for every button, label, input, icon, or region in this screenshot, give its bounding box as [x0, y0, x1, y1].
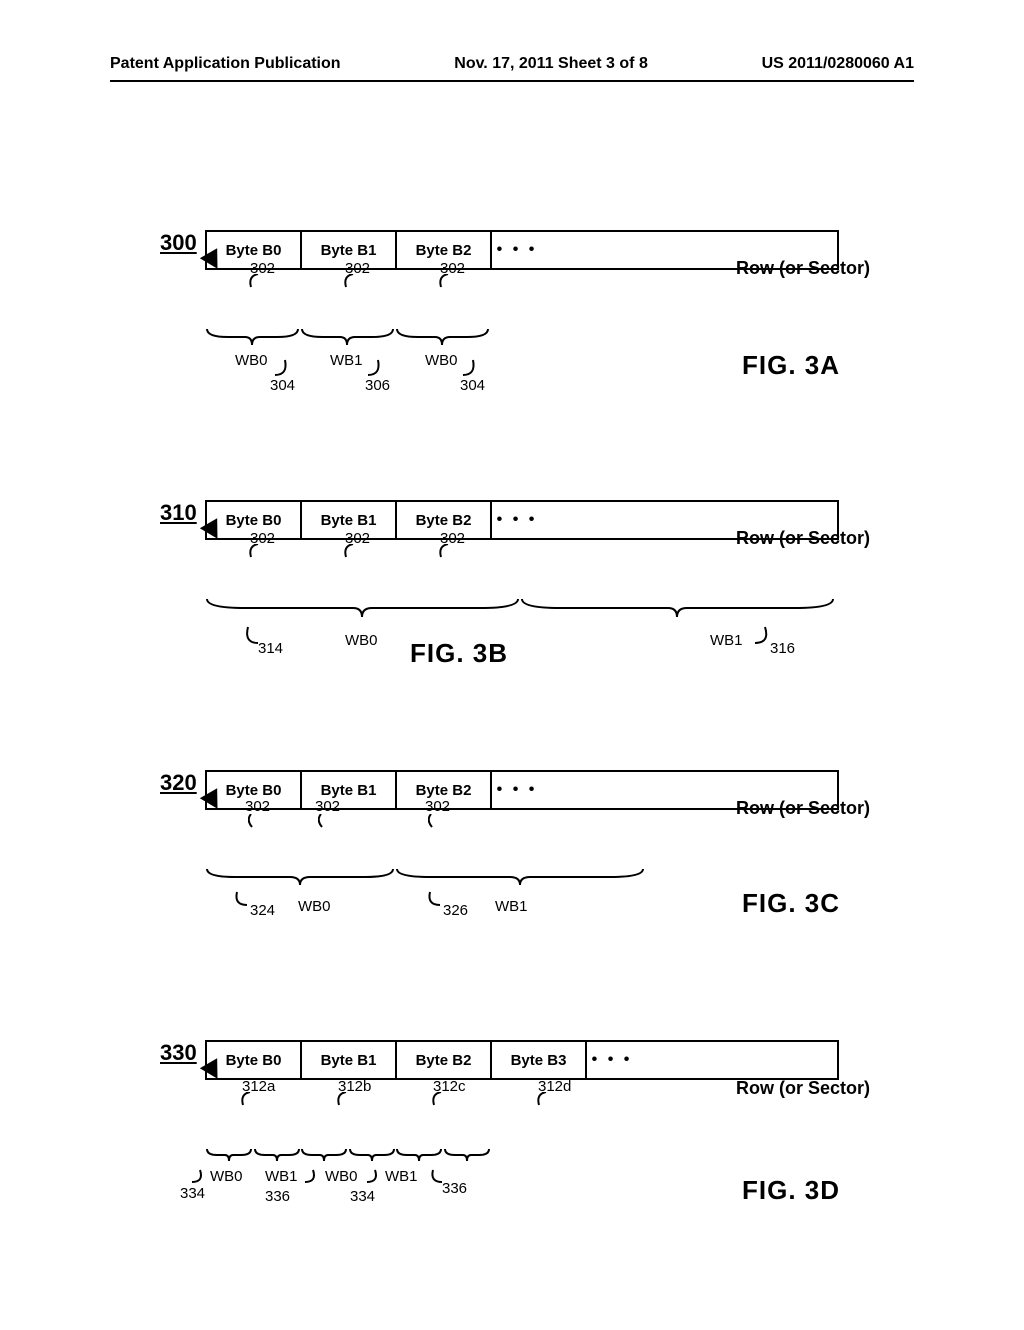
figure-tag-310: 310 [160, 500, 197, 526]
brace-icon [205, 867, 395, 887]
header-center: Nov. 17, 2011 Sheet 3 of 8 [454, 55, 648, 73]
brace-ref: 324 [250, 902, 275, 919]
hook-icon [275, 357, 295, 377]
hook-icon [240, 625, 260, 645]
brace-label: WB1 [495, 898, 528, 915]
hook-icon [248, 814, 258, 828]
diagrams: 300 302 302 302 Row (or Sector) Byte B0 … [150, 175, 870, 1330]
hook-icon [232, 890, 250, 908]
figure-title: FIG. 3C [742, 888, 840, 919]
figure-3b: 310 302 302 302 Row (or Sector) Byte B0 … [150, 500, 870, 700]
brace-icon [520, 597, 835, 619]
brace-label: WB1 [265, 1168, 298, 1185]
row-label: Row (or Sector) [736, 1078, 870, 1099]
byte-cell: Byte B1 [302, 1042, 397, 1078]
hook-icon [428, 814, 438, 828]
byte-cell: Byte B1 [302, 232, 397, 268]
hook-icon [463, 357, 483, 377]
hook-icon [425, 890, 443, 908]
hook-icon [368, 357, 388, 377]
figure-3c: 320 302 302 302 Row (or Sector) Byte B0 … [150, 770, 870, 970]
brace-icon [205, 327, 300, 347]
hook-icon [318, 814, 328, 828]
brace-icon [300, 1147, 348, 1163]
hook-icon [336, 1092, 350, 1106]
ellipsis: • • • [587, 1042, 637, 1078]
ellipsis: • • • [492, 232, 542, 268]
byte-row: Byte B0 Byte B1 Byte B2 Byte B3 • • • [205, 1040, 839, 1080]
brace-label: WB1 [330, 352, 363, 369]
byte-cell: Byte B0 [207, 772, 302, 808]
byte-cell: Byte B2 [397, 772, 492, 808]
byte-cell: Byte B3 [492, 1042, 587, 1078]
hook-icon [438, 544, 452, 558]
brace-label: WB0 [235, 352, 268, 369]
figure-3a: 300 302 302 302 Row (or Sector) Byte B0 … [150, 230, 870, 430]
byte-cell: Byte B0 [207, 502, 302, 538]
brace-label: WB0 [425, 352, 458, 369]
byte-cell: Byte B0 [207, 1042, 302, 1078]
figure-tag-330: 330 [160, 1040, 197, 1066]
figure-tag-320: 320 [160, 770, 197, 796]
brace-ref: 306 [365, 377, 390, 394]
byte-row: Byte B0 Byte B1 Byte B2 • • • [205, 230, 839, 270]
brace-label: WB0 [325, 1168, 358, 1185]
brace-label: WB1 [385, 1168, 418, 1185]
brace-label: WB1 [710, 632, 743, 649]
byte-cell: Byte B2 [397, 1042, 492, 1078]
ellipsis: • • • [492, 502, 542, 538]
brace-icon [253, 1147, 301, 1163]
brace-ref: 336 [265, 1188, 290, 1205]
hook-icon [303, 1168, 319, 1184]
hook-icon [190, 1168, 206, 1184]
brace-ref: 314 [258, 640, 283, 657]
brace-ref: 334 [180, 1185, 205, 1202]
page-header: Patent Application Publication Nov. 17, … [110, 55, 914, 73]
byte-cell: Byte B1 [302, 772, 397, 808]
hook-icon [343, 544, 357, 558]
figure-title: FIG. 3D [742, 1175, 840, 1206]
byte-row: Byte B0 Byte B1 Byte B2 • • • [205, 500, 839, 540]
brace-ref: 304 [270, 377, 295, 394]
ellipsis: • • • [492, 772, 542, 808]
brace-icon [300, 327, 395, 347]
brace-ref: 316 [770, 640, 795, 657]
brace-icon [395, 1147, 443, 1163]
header-right: US 2011/0280060 A1 [762, 55, 914, 73]
header-rule [110, 80, 914, 82]
hook-icon [343, 274, 357, 288]
hook-icon [248, 274, 262, 288]
byte-cell: Byte B0 [207, 232, 302, 268]
brace-label: WB0 [345, 632, 378, 649]
brace-ref: 326 [443, 902, 468, 919]
brace-icon [395, 327, 490, 347]
page: Patent Application Publication Nov. 17, … [0, 0, 1024, 1320]
byte-cell: Byte B2 [397, 232, 492, 268]
hook-icon [431, 1092, 445, 1106]
brace-label: WB0 [298, 898, 331, 915]
brace-icon [395, 867, 645, 887]
figure-tag-300: 300 [160, 230, 197, 256]
byte-cell: Byte B2 [397, 502, 492, 538]
figure-3d: 330 312a 312b 312c 312d Row (or Sector) … [150, 1040, 870, 1260]
hook-icon [248, 544, 262, 558]
brace-ref: 336 [442, 1180, 467, 1197]
byte-cell: Byte B1 [302, 502, 397, 538]
brace-ref: 304 [460, 377, 485, 394]
figure-title: FIG. 3A [742, 350, 840, 381]
hook-icon [438, 274, 452, 288]
hook-icon [240, 1092, 254, 1106]
hook-icon [536, 1092, 550, 1106]
brace-icon [205, 597, 520, 619]
brace-label: WB0 [210, 1168, 243, 1185]
figure-title: FIG. 3B [410, 638, 508, 669]
hook-icon [365, 1168, 381, 1184]
byte-row: Byte B0 Byte B1 Byte B2 • • • [205, 770, 839, 810]
header-left: Patent Application Publication [110, 55, 341, 73]
brace-icon [205, 1147, 253, 1163]
brace-icon [443, 1147, 491, 1163]
brace-ref: 334 [350, 1188, 375, 1205]
brace-icon [348, 1147, 396, 1163]
